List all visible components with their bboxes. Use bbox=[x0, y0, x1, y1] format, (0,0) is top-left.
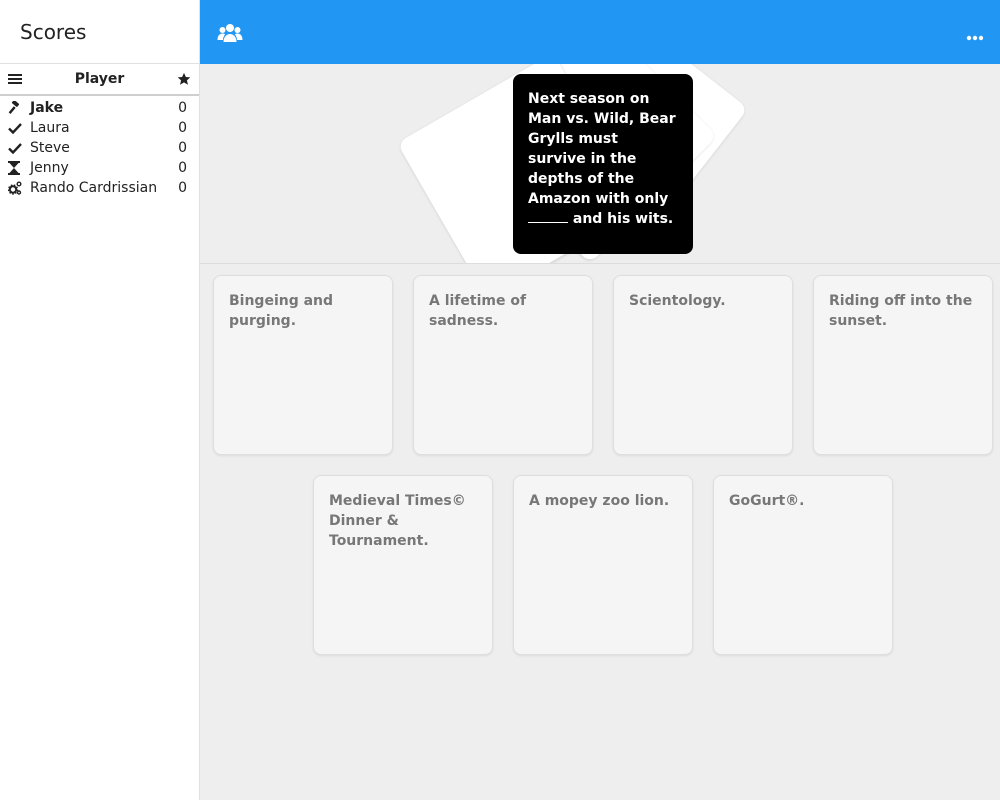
white-card[interactable]: Riding off into the sunset. bbox=[813, 275, 993, 455]
white-card-text: Bingeing and purging. bbox=[229, 293, 334, 329]
white-card-text: Riding off into the sunset. bbox=[829, 293, 973, 329]
ellipsis-icon bbox=[966, 35, 984, 41]
star-icon bbox=[177, 72, 191, 86]
white-card-text: A lifetime of sadness. bbox=[429, 293, 527, 329]
list-icon bbox=[8, 73, 22, 85]
white-card-text: Scientology. bbox=[629, 293, 726, 309]
black-card-text: Next season on Man vs. Wild, Bear Grylls… bbox=[528, 91, 676, 207]
black-card-blank bbox=[528, 209, 568, 223]
player-score: 0 bbox=[178, 180, 187, 196]
check-icon bbox=[8, 142, 30, 154]
list-item: Jake 0 bbox=[0, 98, 199, 118]
gavel-icon bbox=[8, 101, 30, 115]
white-card[interactable]: Medieval Times© Dinner & Tournament. bbox=[313, 475, 493, 655]
player-score: 0 bbox=[178, 140, 187, 156]
score-table-header: Player bbox=[0, 64, 199, 96]
white-card[interactable]: Bingeing and purging. bbox=[213, 275, 393, 455]
scores-sidebar: Scores Player Jake 0 Laura 0 Steve 0 Jen… bbox=[0, 0, 200, 800]
white-card[interactable]: Scientology. bbox=[613, 275, 793, 455]
hourglass-icon bbox=[8, 161, 30, 175]
more-options-button[interactable] bbox=[966, 28, 984, 41]
player-name: Steve bbox=[30, 140, 70, 156]
white-card-text: A mopey zoo lion. bbox=[529, 493, 670, 509]
player-name: Jake bbox=[30, 100, 64, 116]
list-item: Laura 0 bbox=[0, 118, 199, 138]
player-column-header: Player bbox=[74, 71, 125, 87]
score-list: Jake 0 Laura 0 Steve 0 Jenny 0 Rando Car… bbox=[0, 96, 199, 198]
black-card-area: Next season on Man vs. Wild, Bear Grylls… bbox=[200, 64, 1000, 264]
list-item: Steve 0 bbox=[0, 138, 199, 158]
players-button[interactable] bbox=[217, 22, 243, 44]
white-card-text: GoGurt®. bbox=[729, 493, 805, 509]
black-card-text-end: and his wits. bbox=[568, 211, 674, 227]
white-card-text: Medieval Times© Dinner & Tournament. bbox=[329, 493, 466, 549]
player-score: 0 bbox=[178, 160, 187, 176]
white-card[interactable]: A mopey zoo lion. bbox=[513, 475, 693, 655]
white-card[interactable]: GoGurt®. bbox=[713, 475, 893, 655]
player-name: Jenny bbox=[30, 160, 69, 176]
player-name: Rando Cardrissian bbox=[30, 180, 158, 196]
cogs-icon bbox=[8, 181, 30, 195]
sidebar-title: Scores bbox=[0, 0, 199, 64]
list-item: Jenny 0 bbox=[0, 158, 199, 178]
player-name: Laura bbox=[30, 120, 70, 136]
top-bar bbox=[200, 0, 1000, 64]
black-card: Next season on Man vs. Wild, Bear Grylls… bbox=[513, 74, 693, 254]
player-score: 0 bbox=[178, 120, 187, 136]
check-icon bbox=[8, 122, 30, 134]
users-icon bbox=[217, 24, 243, 42]
player-score: 0 bbox=[178, 100, 187, 116]
white-card[interactable]: A lifetime of sadness. bbox=[413, 275, 593, 455]
list-item: Rando Cardrissian 0 bbox=[0, 178, 199, 198]
